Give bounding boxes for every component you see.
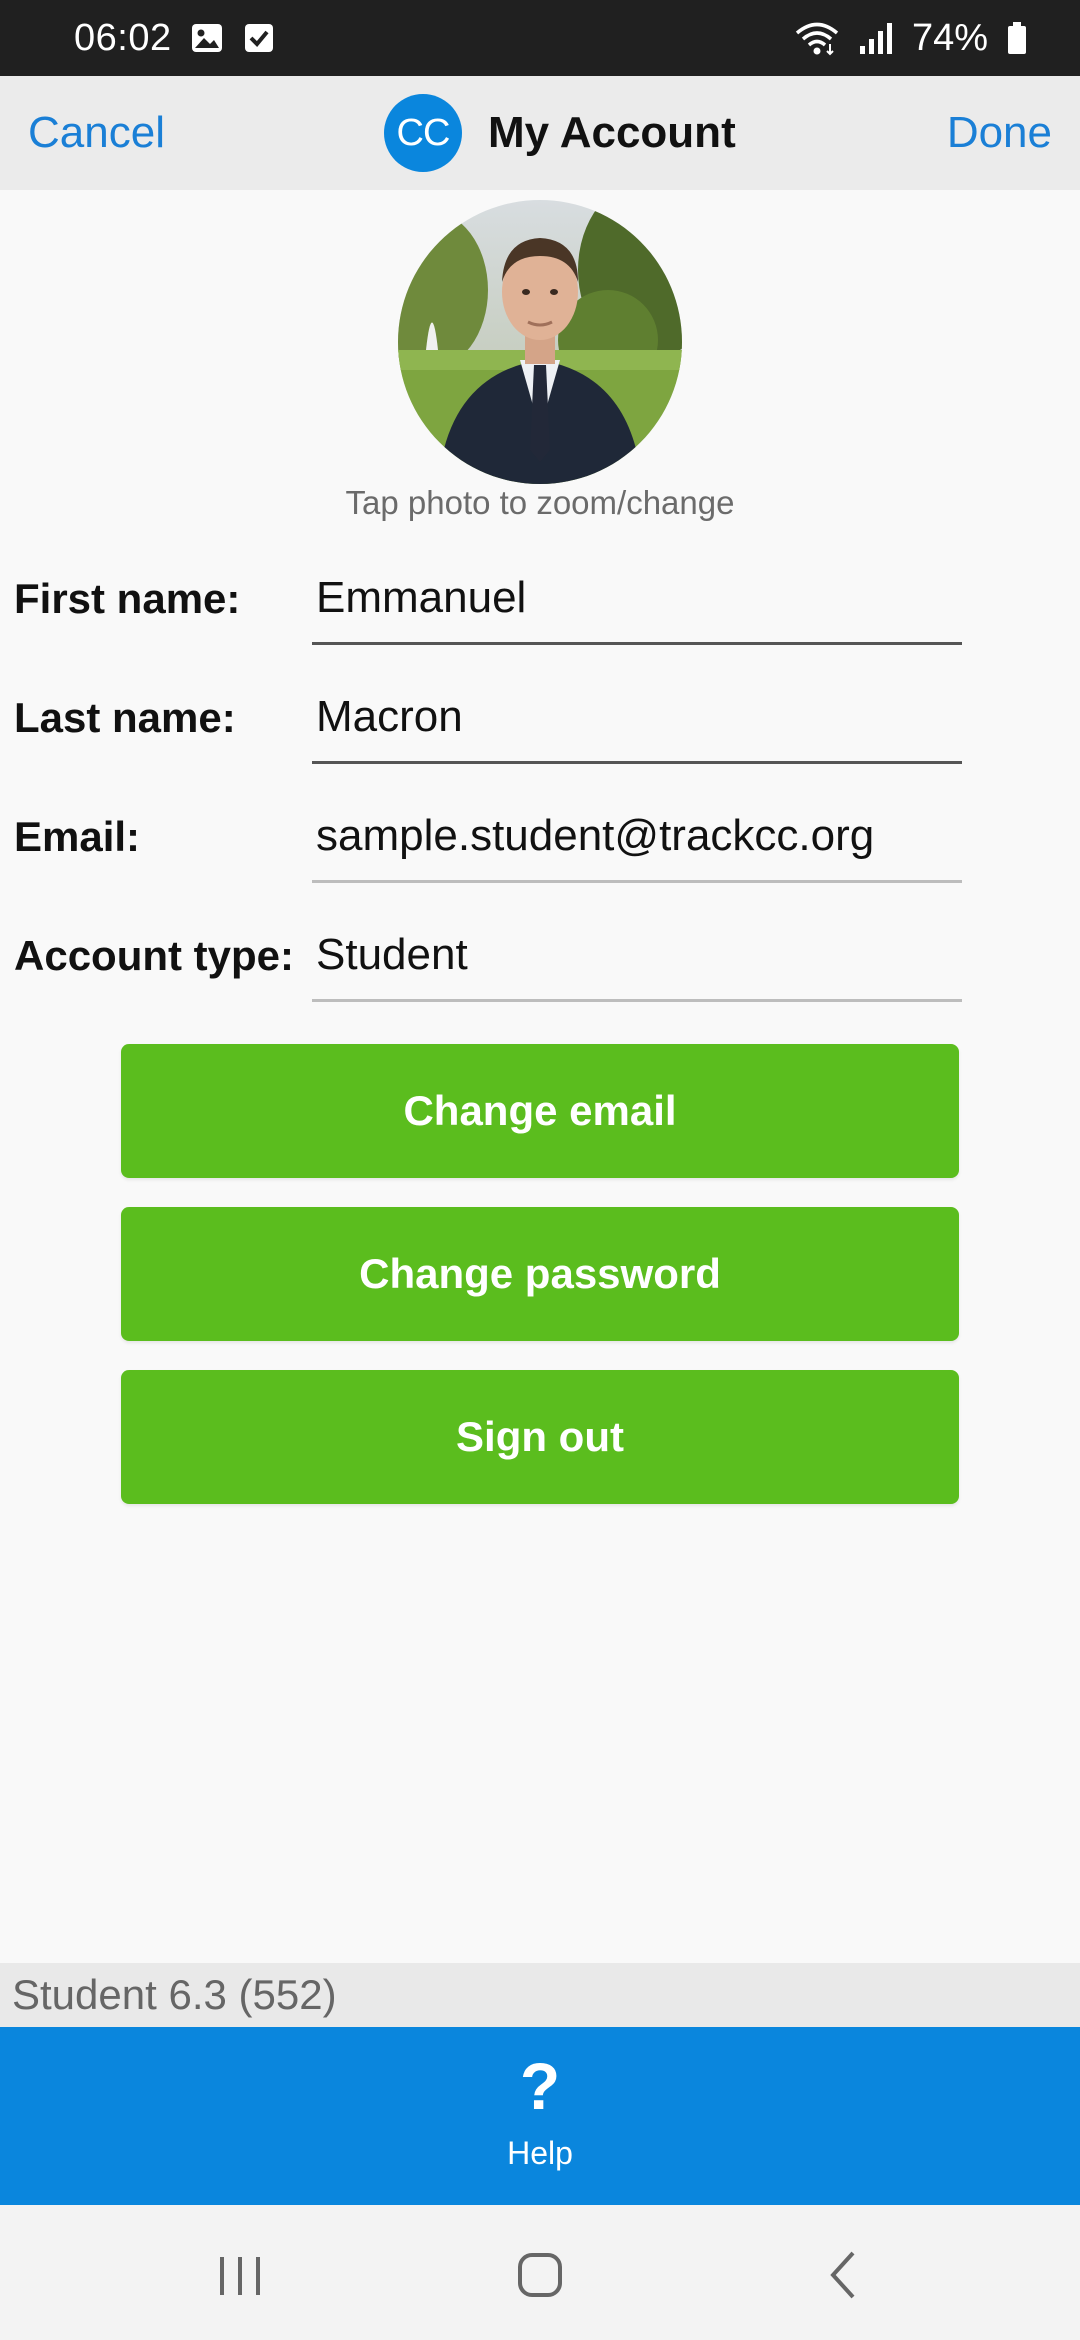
nav-title-group: CC My Account [384,94,736,172]
cancel-button[interactable]: Cancel [28,76,165,190]
account-type-label: Account type: [14,932,295,979]
image-notification-icon [190,21,224,55]
app-logo-icon: CC [384,94,462,172]
account-type-value: Student [316,930,468,979]
email-field: sample.student@trackcc.org [312,793,962,883]
done-button[interactable]: Done [947,76,1052,190]
first-name-value: Emmanuel [316,573,527,622]
status-bar: 06:02 74% [0,0,1080,76]
sign-out-button[interactable]: Sign out [121,1370,959,1504]
account-type-row: Account type: Student [0,912,1080,1002]
signal-icon [858,20,894,56]
status-left: 06:02 [74,17,276,60]
battery-icon [1006,20,1028,56]
profile-photo[interactable] [398,200,682,484]
last-name-row: Last name: Macron [0,674,1080,764]
back-icon[interactable] [805,2235,885,2315]
page-title: My Account [488,108,736,157]
status-right: 74% [794,17,1028,60]
photo-caption: Tap photo to zoom/change [345,484,735,521]
account-type-field: Student [312,912,962,1002]
first-name-label: First name: [14,575,241,622]
last-name-value: Macron [316,692,463,741]
help-button[interactable]: ? Help [0,2027,1080,2205]
app-version: Student 6.3 (552) [12,1971,337,2018]
check-notification-icon [242,21,276,55]
last-name-field[interactable]: Macron [312,674,962,764]
status-time: 06:02 [74,16,172,59]
home-icon[interactable] [500,2235,580,2315]
email-row: Email: sample.student@trackcc.org [0,793,1080,883]
email-label: Email: [14,813,141,860]
last-name-label: Last name: [14,694,236,741]
system-navigation-bar [0,2205,1080,2340]
my-account-screen: 06:02 74% Cancel CC My Account Done Tap … [0,0,1080,2340]
help-label: Help [507,2135,573,2171]
version-bar: Student 6.3 (552) [0,1963,1080,2027]
wifi-icon [794,20,840,56]
email-value: sample.student@trackcc.org [316,811,875,860]
navigation-bar: Cancel CC My Account Done [0,76,1080,190]
first-name-field[interactable]: Emmanuel [312,555,962,645]
recent-apps-icon[interactable] [200,2235,280,2315]
change-password-button[interactable]: Change password [121,1207,959,1341]
change-email-button[interactable]: Change email [121,1044,959,1178]
battery-percentage: 74% [911,16,988,59]
help-question-icon: ? [519,2049,561,2123]
first-name-row: First name: Emmanuel [0,555,1080,645]
